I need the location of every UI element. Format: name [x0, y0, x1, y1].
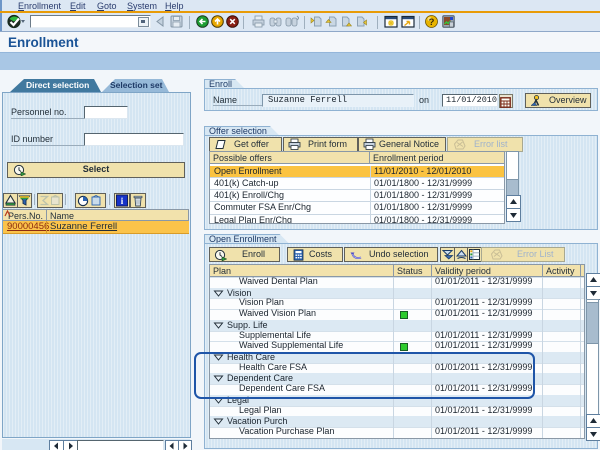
svg-text:?: ?: [429, 17, 435, 28]
